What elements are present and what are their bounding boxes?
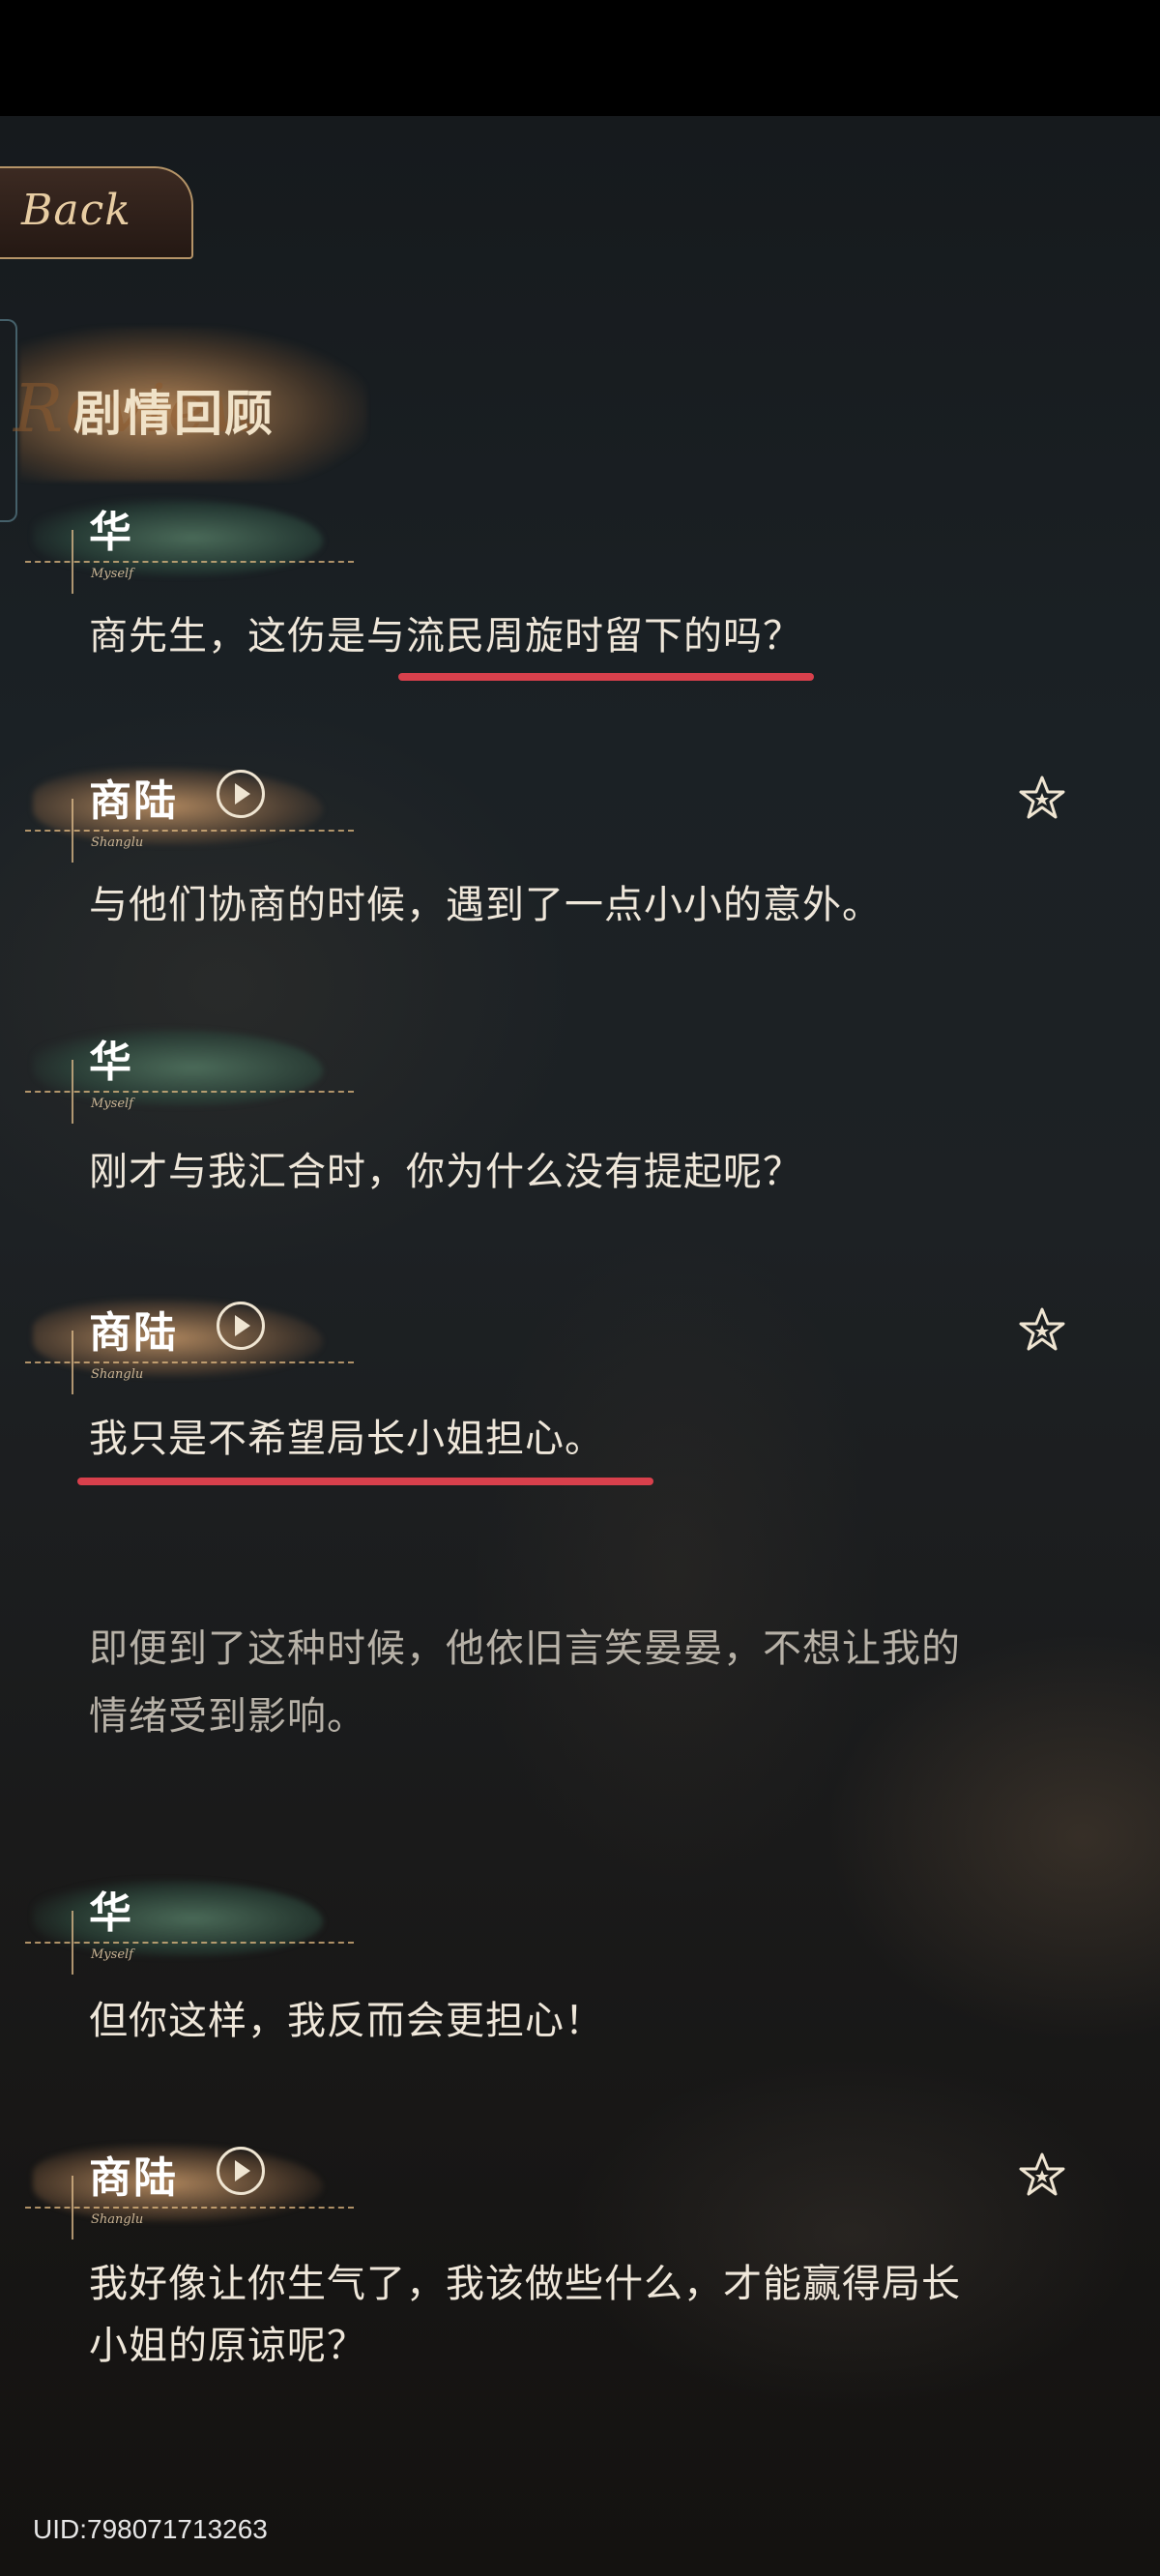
speaker-divider xyxy=(25,1942,354,1944)
speaker-divider xyxy=(25,561,354,563)
speaker-name: 华 xyxy=(89,1038,133,1087)
speaker-divider-tick xyxy=(72,799,73,863)
dialog-entry: 商陆 Shanglu xyxy=(0,2137,1160,2272)
dialog-text: 但你这样，我反而会更担心！ xyxy=(89,1999,604,2043)
highlight-underline xyxy=(77,1478,653,1485)
speaker-brush-decoration xyxy=(33,1029,323,1106)
user-id: UID:798071713263 xyxy=(33,2514,268,2544)
speaker-divider-tick xyxy=(72,2176,73,2239)
narration-text: 即便到了这种时候，他依旧言笑晏晏，不想让我的 情绪受到影响。 xyxy=(89,1615,1094,1750)
favorite-star-icon[interactable] xyxy=(1017,774,1067,824)
speaker-divider xyxy=(25,1361,354,1363)
speaker-divider-tick xyxy=(72,1331,73,1394)
status-bar xyxy=(0,0,1160,116)
speaker-divider xyxy=(25,2207,354,2209)
speaker-brush-decoration xyxy=(33,499,323,576)
speaker-divider-tick xyxy=(72,1911,73,1975)
speaker-subname: Myself xyxy=(91,1097,133,1111)
speaker-subname: Shanglu xyxy=(91,835,144,850)
highlight-underline xyxy=(398,673,814,681)
favorite-star-icon[interactable] xyxy=(1017,1305,1067,1356)
speaker-brush-decoration xyxy=(33,1880,323,1957)
speaker-name: 商陆 xyxy=(89,1308,178,1358)
page-title: 剧情回顾 xyxy=(73,386,275,442)
speaker-brush-decoration xyxy=(33,1300,323,1377)
speaker-divider-tick xyxy=(72,530,73,594)
speaker-divider xyxy=(25,830,354,832)
narration-line: 即便到了这种时候，他依旧言笑晏晏，不想让我的 xyxy=(89,1626,961,1671)
speaker-name: 商陆 xyxy=(89,776,178,826)
favorite-star-icon[interactable] xyxy=(1017,2151,1067,2201)
dialog-text: 我好像让你生气了，我该做些什么，才能赢得局长 xyxy=(89,2262,961,2306)
speaker-subname: Shanglu xyxy=(91,2212,144,2227)
speaker-subname: Myself xyxy=(91,567,133,581)
voice-play-icon[interactable] xyxy=(217,770,265,818)
speaker-name: 华 xyxy=(89,1888,133,1938)
dialog-entry: 商陆 Shanglu xyxy=(0,1292,1160,1427)
speaker-brush-decoration xyxy=(33,2145,323,2222)
speaker-brush-decoration xyxy=(33,768,323,845)
dialog-entry: 华 Myself xyxy=(0,1021,1160,1156)
speaker-divider-tick xyxy=(72,1060,73,1124)
narration-line: 情绪受到影响。 xyxy=(89,1694,366,1739)
voice-play-icon[interactable] xyxy=(217,1302,265,1350)
dialog-text: 与他们协商的时候，遇到了一点小小的意外。 xyxy=(89,883,882,927)
dialog-text: 商先生，这伤是与流民周旋时留下的吗？ xyxy=(89,614,802,659)
dialog-text: 小姐的原谅呢？ xyxy=(89,2324,366,2368)
speaker-name: 华 xyxy=(89,508,133,557)
speaker-name: 商陆 xyxy=(89,2153,178,2203)
speaker-subname: Shanglu xyxy=(91,1367,144,1382)
speaker-subname: Myself xyxy=(91,1947,133,1962)
dialog-text: 我只是不希望局长小姐担心。 xyxy=(89,1417,604,1461)
voice-play-icon[interactable] xyxy=(217,2147,265,2195)
back-label: Back xyxy=(21,186,131,235)
dialog-text: 刚才与我汇合时，你为什么没有提起呢？ xyxy=(89,1150,802,1194)
dialog-entry: 华 Myself xyxy=(0,1872,1160,2007)
speaker-divider xyxy=(25,1091,354,1093)
back-button[interactable]: Back xyxy=(0,166,193,259)
